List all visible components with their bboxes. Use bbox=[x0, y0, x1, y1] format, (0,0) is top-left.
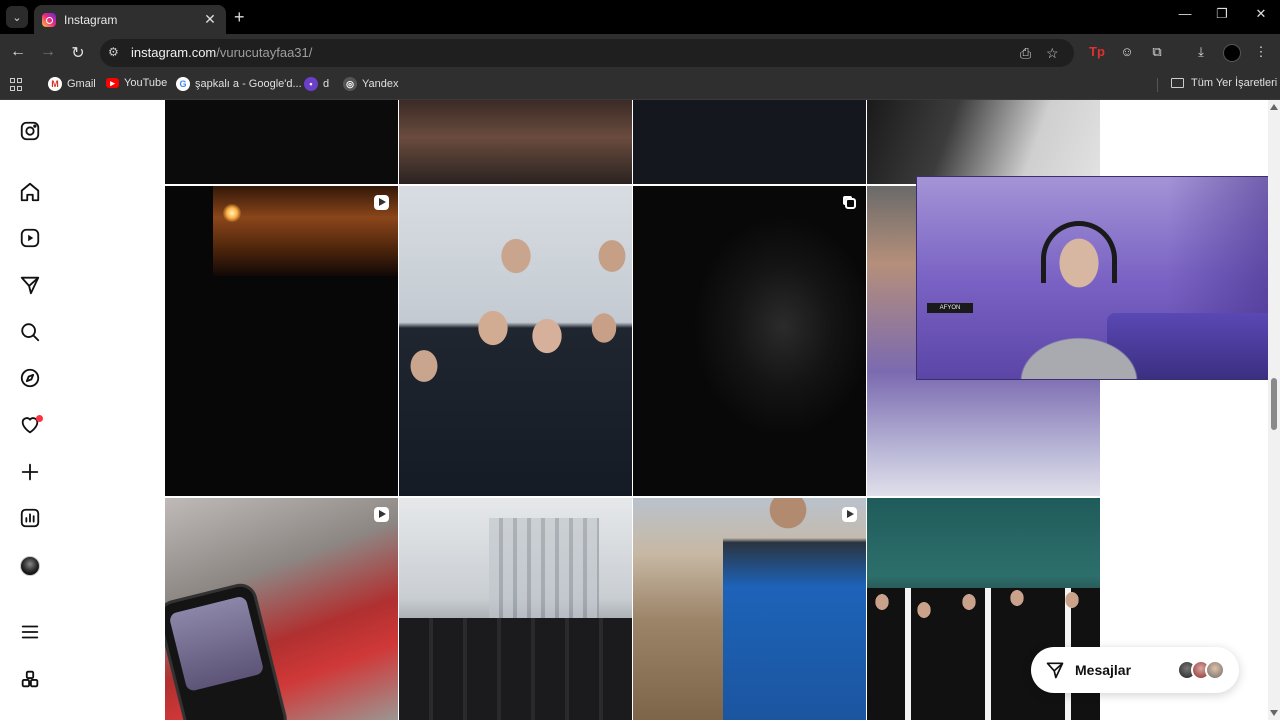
reel-icon bbox=[374, 507, 389, 522]
bookmark-google-search[interactable]: G şapkalı a - Google'd... bbox=[176, 77, 302, 91]
instagram-favicon-icon bbox=[42, 12, 56, 27]
all-bookmarks-label: Tüm Yer İşaretleri bbox=[1191, 77, 1278, 89]
url-host: instagram.com bbox=[131, 45, 217, 60]
site-info-icon[interactable]: ⚙ bbox=[108, 45, 122, 59]
messages-icon bbox=[1046, 662, 1064, 679]
bookmark-youtube[interactable]: ▸ YouTube bbox=[106, 77, 167, 89]
forward-button[interactable]: → bbox=[38, 43, 58, 61]
back-button[interactable]: ← bbox=[8, 43, 28, 61]
notification-dot bbox=[36, 415, 43, 422]
minimize-button[interactable]: — bbox=[1175, 6, 1195, 21]
profile-avatar[interactable] bbox=[20, 556, 40, 576]
new-tab-button[interactable]: + bbox=[234, 7, 245, 28]
reel-icon bbox=[842, 507, 857, 522]
contact-avatar bbox=[1205, 660, 1225, 680]
bookmark-label: Gmail bbox=[67, 78, 96, 90]
youtube-icon: ▸ bbox=[106, 78, 119, 88]
instagram-logo-icon[interactable] bbox=[19, 120, 41, 142]
globe-icon: ◎ bbox=[343, 77, 357, 91]
home-icon[interactable] bbox=[19, 181, 41, 203]
page-scrollbar[interactable] bbox=[1268, 100, 1280, 720]
scrollbar-thumb[interactable] bbox=[1271, 378, 1277, 430]
scroll-up-arrow-icon[interactable] bbox=[1270, 104, 1278, 110]
post-tile[interactable] bbox=[399, 498, 632, 720]
post-tile[interactable] bbox=[165, 186, 398, 496]
bookmark-d[interactable]: • d bbox=[304, 77, 329, 91]
install-app-icon[interactable]: ⎙ bbox=[1020, 45, 1031, 62]
post-thumbnail bbox=[489, 518, 599, 628]
bookmark-label: YouTube bbox=[124, 77, 168, 89]
tab-search-button[interactable]: ⌄ bbox=[6, 6, 28, 28]
bookmark-separator bbox=[1157, 78, 1158, 92]
explore-icon[interactable] bbox=[19, 367, 41, 389]
post-tile[interactable] bbox=[633, 498, 866, 720]
post-thumbnail bbox=[399, 216, 632, 496]
webcam-sign: AFYON bbox=[927, 303, 973, 313]
close-window-button[interactable]: ✕ bbox=[1251, 6, 1271, 22]
create-icon[interactable] bbox=[19, 461, 41, 483]
bookmark-label: d bbox=[323, 78, 330, 90]
search-icon[interactable] bbox=[19, 321, 41, 343]
messages-pill-button[interactable]: Mesajlar bbox=[1031, 647, 1239, 693]
post-tile[interactable] bbox=[867, 100, 1100, 184]
bookmark-gmail[interactable]: M Gmail bbox=[48, 77, 96, 91]
instagram-sidebar bbox=[0, 100, 62, 720]
post-tile[interactable] bbox=[633, 186, 866, 496]
extensions-puzzle-icon[interactable]: ⧉ bbox=[1148, 43, 1166, 61]
folder-icon bbox=[1171, 78, 1184, 88]
post-tile[interactable] bbox=[165, 100, 398, 184]
extension-face-icon[interactable]: ☺ bbox=[1118, 43, 1136, 61]
bookmark-yandex[interactable]: ◎ Yandex bbox=[343, 77, 399, 91]
scroll-down-arrow-icon[interactable] bbox=[1270, 710, 1278, 716]
download-icon[interactable]: ⤓ bbox=[1192, 43, 1210, 61]
recent-contacts bbox=[1177, 660, 1225, 680]
browser-toolbar: ← → ↻ ⚙ instagram.com/vurucutayfaa31/ ⎙ … bbox=[0, 34, 1280, 72]
post-thumbnail-detail bbox=[223, 204, 241, 222]
tab-title: Instagram bbox=[64, 12, 118, 27]
post-thumbnail bbox=[165, 583, 287, 720]
post-tile[interactable] bbox=[399, 100, 632, 184]
post-thumbnail bbox=[213, 186, 398, 276]
carousel-icon bbox=[845, 198, 856, 209]
google-icon: G bbox=[176, 77, 190, 91]
dashboard-icon[interactable] bbox=[19, 507, 41, 529]
post-tile[interactable] bbox=[633, 100, 866, 184]
reels-icon[interactable] bbox=[19, 227, 41, 249]
also-from-meta-icon[interactable] bbox=[19, 668, 41, 690]
reload-button[interactable]: ↻ bbox=[68, 43, 88, 63]
webcam-overlay: AFYON bbox=[916, 176, 1280, 380]
url-path: /vurucutayfaa31/ bbox=[216, 45, 313, 60]
browser-profile-avatar[interactable] bbox=[1223, 44, 1241, 62]
all-bookmarks-button[interactable]: Tüm Yer İşaretleri bbox=[1157, 77, 1278, 92]
extension-tp-icon[interactable]: Tp bbox=[1088, 43, 1106, 61]
restore-button[interactable]: ❐ bbox=[1212, 6, 1232, 22]
gmail-icon: M bbox=[48, 77, 62, 91]
browser-menu-icon[interactable]: ⋮ bbox=[1252, 43, 1270, 61]
bookmark-star-icon[interactable]: ☆ bbox=[1046, 45, 1059, 62]
post-tile[interactable] bbox=[399, 186, 632, 496]
tab-close-icon[interactable]: ✕ bbox=[202, 11, 218, 28]
post-thumbnail-detail bbox=[399, 618, 632, 720]
address-bar[interactable]: ⚙ instagram.com/vurucutayfaa31/ ⎙ ☆ bbox=[100, 39, 1074, 67]
tab-instagram[interactable]: Instagram ✕ bbox=[34, 5, 226, 34]
apps-grid-icon[interactable] bbox=[10, 78, 23, 91]
bookmark-label: Yandex bbox=[362, 78, 399, 90]
bookmark-label: şapkalı a - Google'd... bbox=[195, 78, 302, 90]
messages-icon[interactable] bbox=[19, 274, 41, 296]
reel-icon bbox=[374, 195, 389, 210]
post-tile[interactable] bbox=[165, 498, 398, 720]
tab-strip: ⌄ Instagram ✕ + — ❐ ✕ bbox=[0, 0, 1280, 34]
bookmark-icon: • bbox=[304, 77, 318, 91]
messages-label: Mesajlar bbox=[1075, 662, 1132, 678]
url-text: instagram.com/vurucutayfaa31/ bbox=[131, 45, 312, 60]
more-menu-icon[interactable] bbox=[19, 621, 41, 643]
post-thumbnail bbox=[723, 498, 866, 720]
